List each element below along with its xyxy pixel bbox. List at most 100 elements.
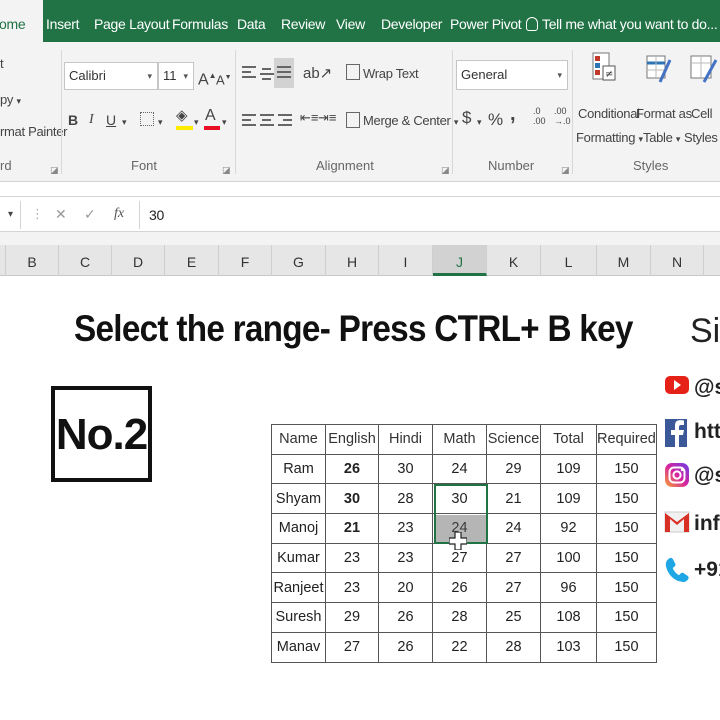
dialog-launcher-icon[interactable]: ◪ xyxy=(222,162,231,178)
middle-align-icon[interactable] xyxy=(260,68,274,80)
table-cell[interactable]: 150 xyxy=(596,572,657,604)
name-box-dropdown-icon[interactable]: ▾ xyxy=(8,207,13,223)
table-cell[interactable]: 30 xyxy=(325,483,379,515)
italic-button[interactable]: I xyxy=(89,112,94,128)
currency-button[interactable]: $ xyxy=(462,109,471,126)
font-color-button[interactable]: A xyxy=(205,108,216,124)
tab-developer[interactable]: Developer xyxy=(381,0,442,42)
table-cell[interactable]: 100 xyxy=(540,542,597,574)
table-cell[interactable]: 23 xyxy=(378,513,433,544)
table-cell[interactable]: Manoj xyxy=(271,513,326,544)
table-header-cell[interactable]: Required xyxy=(596,424,657,455)
bold-button[interactable]: B xyxy=(68,112,78,128)
cell-styles-button[interactable]: Cell xyxy=(691,106,713,121)
format-as-table-button[interactable]: Format as xyxy=(636,106,692,121)
table-cell[interactable]: 29 xyxy=(325,602,379,633)
table-cell[interactable]: 27 xyxy=(325,631,379,663)
column-header[interactable]: F xyxy=(219,245,272,276)
table-header-cell[interactable]: English xyxy=(325,424,379,455)
table-cell[interactable]: 27 xyxy=(486,572,541,604)
insert-function-icon[interactable]: fx xyxy=(114,206,124,222)
table-cell[interactable]: Suresh xyxy=(271,602,326,633)
wrap-text-icon[interactable] xyxy=(346,64,360,80)
wrap-text-button[interactable]: Wrap Text xyxy=(363,66,419,81)
conditional-formatting-label-2[interactable]: Formatting ▾ xyxy=(576,130,643,145)
table-cell[interactable]: Manav xyxy=(271,631,326,663)
tell-me-search[interactable]: Tell me what you want to do... xyxy=(526,0,718,42)
number-format-dropdown[interactable]: General ▾ xyxy=(456,60,568,90)
table-cell[interactable]: Ranjeet xyxy=(271,572,326,604)
font-name-dropdown[interactable]: Calibri ▾ xyxy=(64,62,158,90)
format-painter-button[interactable]: rmat Painter xyxy=(0,124,68,139)
table-header-cell[interactable]: Math xyxy=(432,424,487,455)
table-cell[interactable]: 28 xyxy=(486,631,541,663)
table-cell[interactable]: 30 xyxy=(378,453,433,485)
table-cell[interactable]: 23 xyxy=(325,542,379,574)
font-color-dropdown-icon[interactable]: ▾ xyxy=(222,114,227,130)
column-header[interactable]: L xyxy=(541,245,597,276)
merge-center-button[interactable]: Merge & Center ▾ xyxy=(363,113,458,128)
cancel-icon[interactable]: ✕ xyxy=(55,206,67,222)
tab-power-pivot[interactable]: Power Pivot xyxy=(450,0,522,42)
table-cell[interactable]: 92 xyxy=(540,513,597,544)
table-header-cell[interactable]: Hindi xyxy=(378,424,433,455)
column-header[interactable]: I xyxy=(379,245,433,276)
column-header[interactable]: M xyxy=(597,245,651,276)
align-right-icon[interactable] xyxy=(278,114,292,126)
underline-button[interactable]: U xyxy=(106,112,116,128)
orientation-icon[interactable]: ab↗ xyxy=(303,66,332,82)
table-cell[interactable]: 103 xyxy=(540,631,597,663)
table-cell[interactable]: 26 xyxy=(325,453,379,485)
dialog-launcher-icon[interactable]: ◪ xyxy=(50,162,59,178)
tab-review[interactable]: Review xyxy=(281,0,325,42)
table-header-cell[interactable]: Total xyxy=(540,424,597,455)
comma-button[interactable]: , xyxy=(510,104,516,124)
table-cell[interactable]: 27 xyxy=(486,542,541,574)
percent-button[interactable]: % xyxy=(488,111,503,128)
increase-decimal-button[interactable]: .0.00 xyxy=(533,106,546,126)
decrease-decimal-button[interactable]: .00 →.0 xyxy=(554,106,571,126)
table-cell[interactable]: 28 xyxy=(432,602,487,633)
column-header[interactable]: B xyxy=(6,245,59,276)
column-header[interactable]: E xyxy=(165,245,219,276)
table-cell[interactable]: 150 xyxy=(596,453,657,485)
tab-page-layout[interactable]: Page Layout xyxy=(94,0,170,42)
bottom-align-icon[interactable] xyxy=(274,58,294,88)
tab-home[interactable]: ome xyxy=(0,0,43,42)
font-size-dropdown[interactable]: 11 ▾ xyxy=(158,62,194,90)
cell-styles-icon[interactable] xyxy=(690,54,718,86)
table-cell[interactable]: 21 xyxy=(486,483,541,515)
table-cell[interactable]: 109 xyxy=(540,483,597,515)
table-cell[interactable]: 22 xyxy=(432,631,487,663)
table-cell[interactable]: 26 xyxy=(378,631,433,663)
column-header[interactable]: H xyxy=(326,245,379,276)
column-header[interactable]: N xyxy=(651,245,704,276)
table-cell[interactable]: 29 xyxy=(486,453,541,485)
table-cell[interactable]: 150 xyxy=(596,631,657,663)
copy-button[interactable]: py ▾ xyxy=(0,92,21,107)
table-cell[interactable]: 23 xyxy=(378,542,433,574)
column-header[interactable]: D xyxy=(112,245,165,276)
fill-dropdown-icon[interactable]: ▾ xyxy=(194,114,199,130)
enter-icon[interactable]: ✓ xyxy=(84,206,96,222)
table-cell[interactable]: 109 xyxy=(540,453,597,485)
increase-indent-icon[interactable]: ⇥≡ xyxy=(318,110,336,126)
tab-insert[interactable]: Insert xyxy=(46,0,80,42)
conditional-formatting-button[interactable]: Conditional xyxy=(578,106,640,121)
decrease-indent-icon[interactable]: ⇤≡ xyxy=(300,110,318,126)
table-cell[interactable]: Kumar xyxy=(271,542,326,574)
table-header-cell[interactable]: Name xyxy=(271,424,326,455)
table-cell[interactable]: 150 xyxy=(596,513,657,544)
align-left-icon[interactable] xyxy=(242,114,256,126)
column-header[interactable]: K xyxy=(487,245,541,276)
tab-view[interactable]: View xyxy=(336,0,365,42)
conditional-formatting-icon[interactable]: ≠ xyxy=(592,52,616,86)
grow-font-button[interactable]: A▲ xyxy=(198,68,217,88)
merge-center-icon[interactable] xyxy=(346,112,360,128)
column-header[interactable]: G xyxy=(272,245,326,276)
table-cell[interactable]: 26 xyxy=(432,572,487,604)
table-cell[interactable]: 23 xyxy=(325,572,379,604)
table-header-cell[interactable]: Science xyxy=(486,424,541,455)
borders-icon[interactable] xyxy=(140,112,154,126)
table-cell[interactable]: 150 xyxy=(596,602,657,633)
